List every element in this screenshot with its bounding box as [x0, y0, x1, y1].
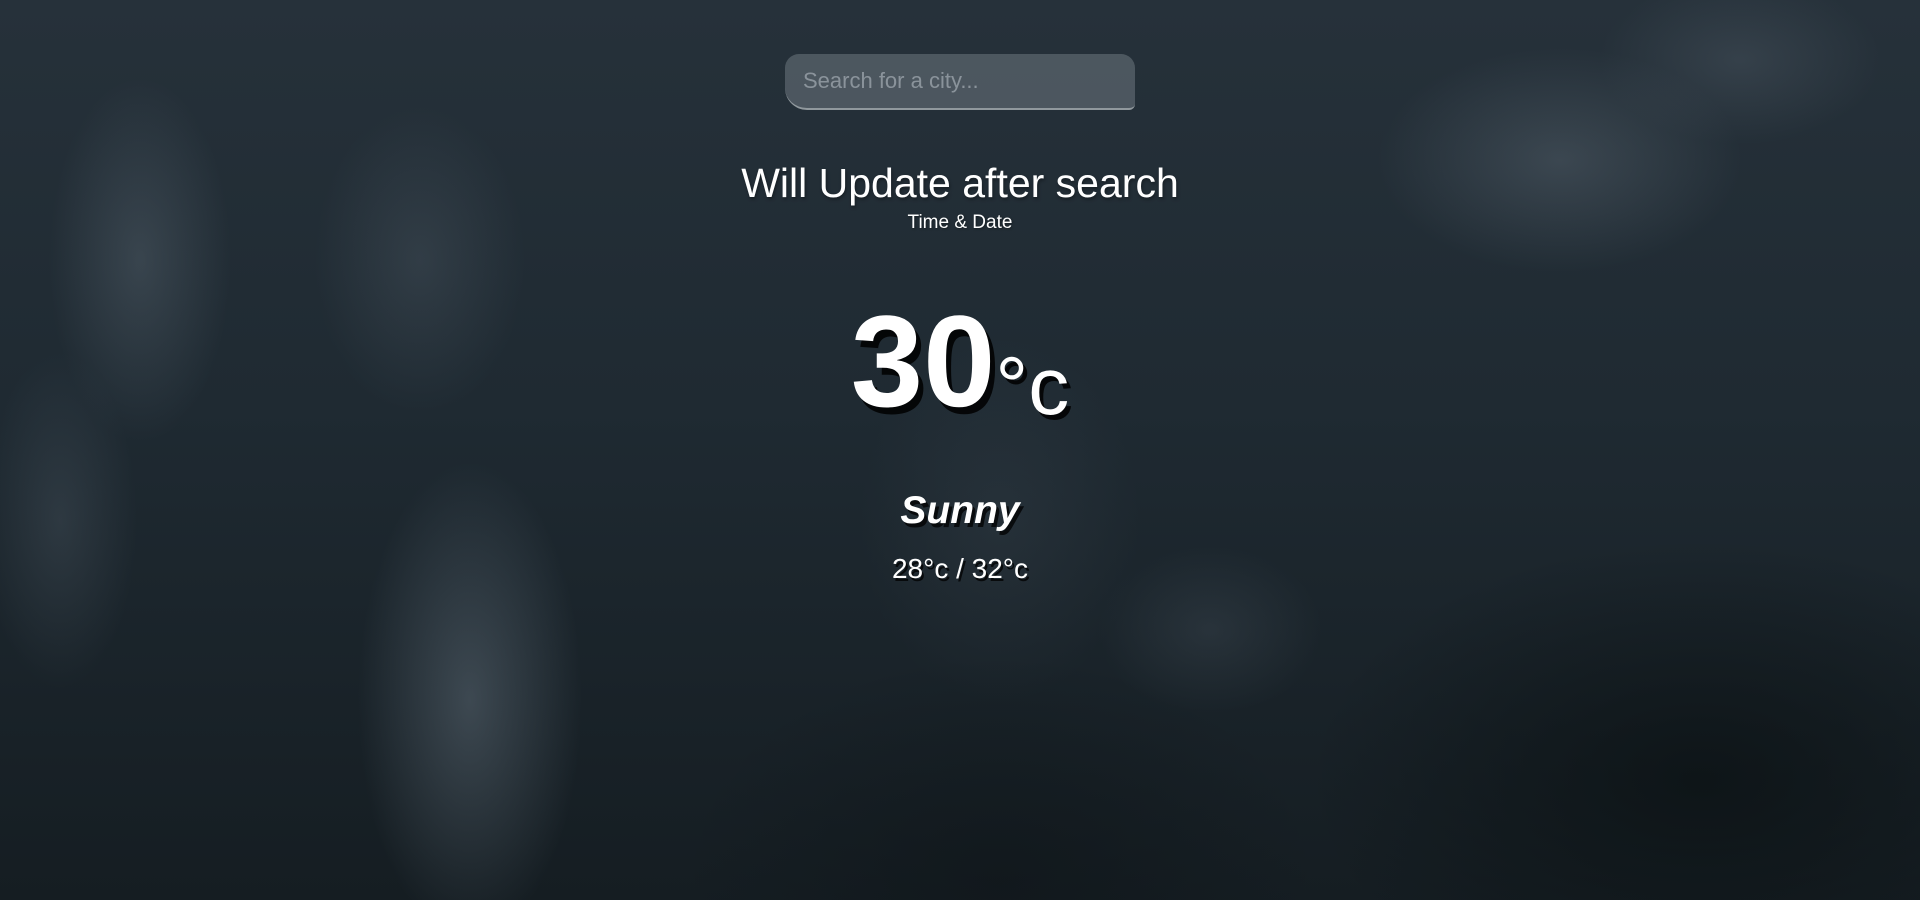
hi-low-temperature: 28°c / 32°c — [891, 553, 1029, 584]
date-time: Time & Date — [907, 212, 1013, 233]
temperature-value: 30 — [850, 288, 996, 434]
weather-condition: Sunny — [900, 489, 1020, 532]
temperature-display: 30°c — [0, 296, 1920, 428]
city-search-input[interactable] — [785, 54, 1135, 110]
city-name: Will Update after search — [741, 160, 1179, 206]
temperature-unit: °c — [995, 341, 1070, 432]
weather-app: Will Update after search Time & Date 30°… — [0, 0, 1920, 900]
